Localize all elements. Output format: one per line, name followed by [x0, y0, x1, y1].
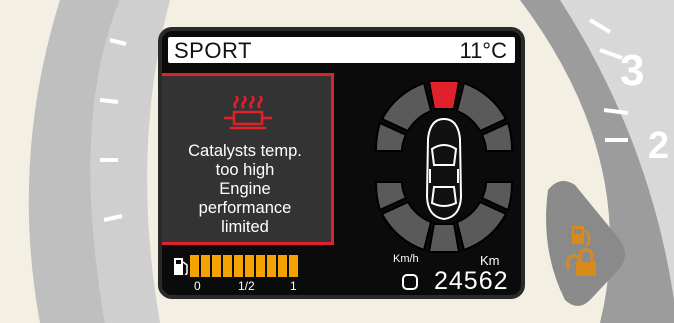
fuel-scale-empty: 0: [194, 279, 201, 293]
fuel-segment: [245, 255, 254, 277]
tire-segment-rear-left: [380, 200, 433, 252]
warning-message: Catalysts temp. too high Engine performa…: [162, 142, 328, 237]
lock-icon: [566, 248, 596, 276]
fuel-segment: [256, 255, 265, 277]
tire-segment-front-right: [455, 81, 508, 133]
fuel-scale-full: 1: [290, 279, 297, 293]
warning-line: Engine: [219, 180, 271, 198]
fuel-segment: [201, 255, 210, 277]
tire-segment-front-left: [380, 81, 433, 133]
car-top-view-icon: [425, 117, 463, 221]
warning-line: limited: [221, 218, 269, 236]
distance-unit: Km: [480, 253, 500, 268]
fuel-segment: [234, 255, 243, 277]
tire-segment-front-center: [427, 80, 461, 110]
bottom-bar: 0 1/2 1 Km/h Km 24562: [162, 251, 521, 295]
speed-unit: Km/h: [393, 253, 419, 265]
fuel-segment: [223, 255, 232, 277]
warning-panel: Catalysts temp. too high Engine performa…: [162, 73, 334, 245]
odometer-value: 24562: [434, 267, 509, 295]
fuel-segment: [289, 255, 298, 277]
fuel-segment: [278, 255, 287, 277]
fuel-segment: [212, 255, 221, 277]
warning-line: too high: [215, 161, 275, 179]
warning-line: performance: [198, 199, 292, 217]
gauge-numeral-3: 3: [620, 46, 644, 95]
tire-segment-rear-right: [455, 200, 508, 252]
fuel-gauge-bar: [190, 255, 300, 277]
fuel-pump-icon: [174, 258, 188, 276]
status-bar: SPORT 11°C: [168, 37, 515, 63]
warning-line: Catalysts temp.: [188, 142, 302, 160]
side-indicators: [566, 226, 596, 276]
drive-mode: SPORT: [174, 38, 252, 63]
tire-segment-rear-center: [427, 223, 461, 253]
fuel-pump-icon: [572, 226, 590, 246]
gauge-numeral-2: 2: [648, 125, 669, 167]
fuel-segment: [190, 255, 199, 277]
instrument-display: SPORT 11°C Catalysts temp. too high Engi…: [158, 27, 525, 299]
outside-temperature: 11°C: [459, 38, 507, 63]
catalyst-temperature-icon: [224, 95, 272, 130]
tire-status-diagram: [374, 80, 514, 253]
fuel-scale-half: 1/2: [238, 279, 255, 293]
fuel-segment: [267, 255, 276, 277]
odometer-icon: [402, 274, 418, 290]
